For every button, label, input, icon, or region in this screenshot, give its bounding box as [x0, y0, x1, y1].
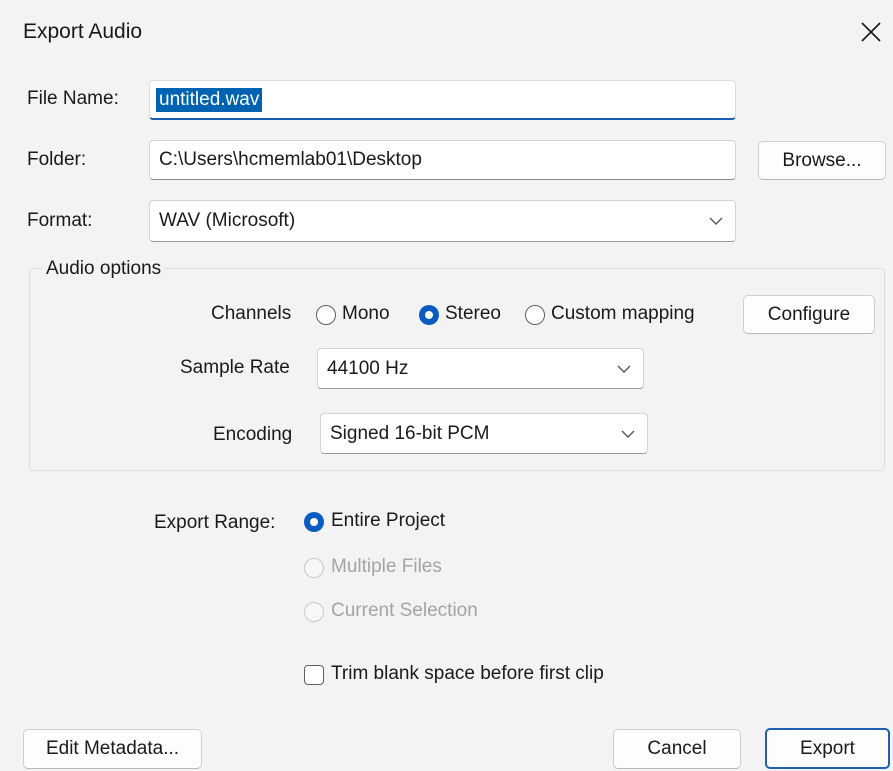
export-range-label: Export Range:: [154, 512, 276, 533]
edit-metadata-button[interactable]: Edit Metadata...: [23, 729, 202, 769]
folder-input[interactable]: C:\Users\hcmemlab01\Desktop: [149, 140, 736, 180]
cancel-button[interactable]: Cancel: [613, 729, 741, 769]
browse-button-label: Browse...: [782, 149, 862, 171]
encoding-select[interactable]: Signed 16-bit PCM: [320, 413, 648, 454]
sample-rate-select[interactable]: 44100 Hz: [317, 348, 644, 389]
channel-custom-label[interactable]: Custom mapping: [551, 303, 695, 325]
close-icon: [861, 22, 881, 42]
edit-metadata-button-label: Edit Metadata...: [45, 738, 180, 759]
dialog-title: Export Audio: [23, 20, 143, 43]
channel-custom-radio[interactable]: [525, 305, 545, 325]
folder-value: C:\Users\hcmemlab01\Desktop: [159, 149, 422, 170]
encoding-selected: Signed 16-bit PCM: [330, 422, 490, 444]
channel-stereo-radio[interactable]: [419, 305, 439, 325]
range-entire-project-radio[interactable]: [304, 512, 324, 532]
range-multiple-files-label: Multiple Files: [331, 556, 442, 577]
channel-mono-radio[interactable]: [316, 305, 336, 325]
chevron-down-icon: [617, 365, 631, 373]
file-name-input[interactable]: untitled.wav: [149, 80, 736, 120]
channels-label: Channels: [211, 303, 292, 324]
sample-rate-selected: 44100 Hz: [327, 357, 409, 379]
folder-label: Folder:: [27, 149, 87, 170]
range-entire-project-label[interactable]: Entire Project: [331, 510, 445, 532]
chevron-down-icon: [709, 217, 723, 225]
format-label: Format:: [27, 210, 93, 231]
chevron-down-icon: [621, 430, 635, 438]
trim-label[interactable]: Trim blank space before first clip: [331, 663, 604, 685]
file-name-value: untitled.wav: [156, 87, 263, 112]
sample-rate-label: Sample Rate: [180, 357, 290, 378]
cancel-button-label: Cancel: [647, 738, 707, 759]
close-button[interactable]: [851, 12, 891, 52]
range-multiple-files-radio: [304, 558, 324, 578]
range-current-selection-label: Current Selection: [331, 600, 478, 621]
range-current-selection-radio: [304, 602, 324, 622]
title-bar: Export Audio: [0, 0, 893, 66]
format-selected: WAV (Microsoft): [159, 210, 296, 231]
audio-options-legend: Audio options: [42, 258, 166, 280]
format-select[interactable]: WAV (Microsoft): [149, 200, 736, 242]
configure-button-label: Configure: [767, 303, 851, 325]
export-button-label: Export: [800, 737, 855, 759]
file-name-label: File Name:: [27, 88, 119, 109]
encoding-label: Encoding: [213, 424, 293, 445]
channel-mono-label[interactable]: Mono: [342, 303, 390, 325]
trim-checkbox[interactable]: [304, 665, 324, 685]
configure-button[interactable]: Configure: [743, 295, 875, 334]
channel-stereo-label[interactable]: Stereo: [445, 303, 501, 325]
export-audio-dialog: Export Audio File Name: untitled.wav Fol…: [0, 0, 893, 771]
browse-button[interactable]: Browse...: [758, 141, 886, 180]
export-button[interactable]: Export: [765, 728, 890, 769]
